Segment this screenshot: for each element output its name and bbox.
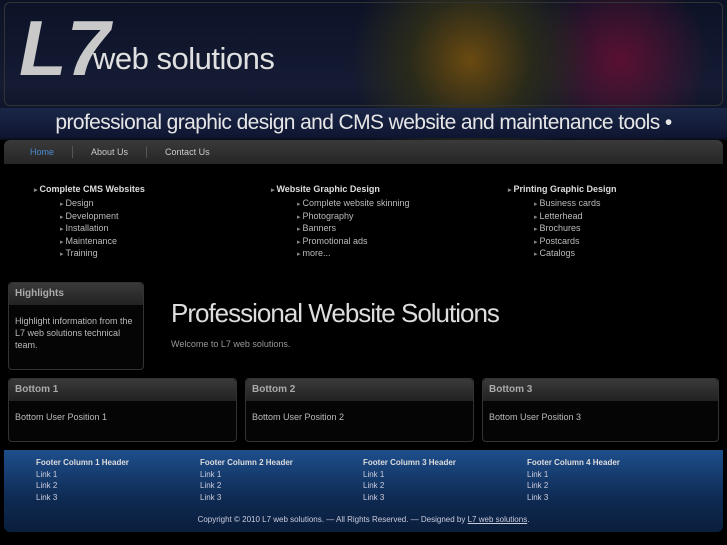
footer-column-header: Footer Column 4 Header xyxy=(527,458,620,467)
header-banner: L7 web solutions professional graphic de… xyxy=(0,0,727,164)
nav-divider xyxy=(146,146,148,158)
copyright: Copyright © 2010 L7 web solutions. — All… xyxy=(197,515,530,524)
footer-column-header: Footer Column 1 Header xyxy=(36,458,129,467)
module-title: Bottom 3 xyxy=(483,379,718,401)
logo-text[interactable]: web solutions xyxy=(93,41,275,77)
menu-title[interactable]: Complete CMS Websites xyxy=(34,184,144,194)
menu-item[interactable]: Promotional ads xyxy=(297,236,410,249)
module-text: Bottom User Position 3 xyxy=(489,412,582,422)
footer: Footer Column 1 Header Link 1 Link 2 Lin… xyxy=(4,450,723,532)
menu-item[interactable]: Maintenance xyxy=(60,236,145,249)
footer-link[interactable]: Link 2 xyxy=(200,480,293,492)
page-title: Professional Website Solutions xyxy=(171,298,500,328)
module-text: Bottom User Position 2 xyxy=(252,412,345,422)
nav-contact-us[interactable]: Contact Us xyxy=(165,147,228,157)
bottom-module-3: Bottom 3 Bottom User Position 3 xyxy=(482,378,719,442)
bottom-module-2: Bottom 2 Bottom User Position 2 xyxy=(245,378,474,442)
menu-item[interactable]: Photography xyxy=(297,211,410,224)
copyright-text: Copyright © 2010 L7 web solutions. — All… xyxy=(197,515,466,524)
footer-link[interactable]: Link 2 xyxy=(36,480,129,492)
menu-item[interactable]: Installation xyxy=(60,223,145,236)
menu-graphic-design: Website Graphic Design Complete website … xyxy=(271,184,410,261)
menu-item[interactable]: Catalogs xyxy=(534,248,616,261)
main-nav: Home About Us Contact Us xyxy=(4,140,723,164)
designer-link[interactable]: L7 web solutions xyxy=(468,515,528,524)
menu-printing-design: Printing Graphic Design Business cards L… xyxy=(508,184,616,261)
footer-link[interactable]: Link 1 xyxy=(527,469,620,481)
footer-column-3: Footer Column 3 Header Link 1 Link 2 Lin… xyxy=(363,457,456,503)
menu-title[interactable]: Website Graphic Design xyxy=(271,184,410,194)
footer-link[interactable]: Link 2 xyxy=(363,480,456,492)
module-text: Highlight information from the L7 web so… xyxy=(15,316,133,350)
menu-item[interactable]: Banners xyxy=(297,223,410,236)
footer-column-4: Footer Column 4 Header Link 1 Link 2 Lin… xyxy=(527,457,620,503)
module-title: Highlights xyxy=(9,283,143,305)
menu-item[interactable]: Brochures xyxy=(534,223,616,236)
menu-cms-websites: Complete CMS Websites Design Development… xyxy=(34,184,145,261)
module-title: Bottom 2 xyxy=(246,379,473,401)
menu-item[interactable]: Training xyxy=(60,248,145,261)
page-subtitle: Welcome to L7 web solutions. xyxy=(171,339,291,349)
footer-link[interactable]: Link 1 xyxy=(36,469,129,481)
tagline: professional graphic design and CMS webs… xyxy=(0,108,727,164)
footer-column-1: Footer Column 1 Header Link 1 Link 2 Lin… xyxy=(36,457,129,503)
highlights-module: Highlights Highlight information from th… xyxy=(8,282,144,370)
module-title: Bottom 1 xyxy=(9,379,236,401)
nav-home[interactable]: Home xyxy=(30,147,72,157)
menu-title[interactable]: Printing Graphic Design xyxy=(508,184,616,194)
menu-item[interactable]: Design xyxy=(60,198,145,211)
menu-item[interactable]: more... xyxy=(297,248,410,261)
footer-link[interactable]: Link 1 xyxy=(200,469,293,481)
footer-link[interactable]: Link 3 xyxy=(527,492,620,504)
footer-column-header: Footer Column 3 Header xyxy=(363,458,456,467)
footer-link[interactable]: Link 3 xyxy=(36,492,129,504)
menu-item[interactable]: Postcards xyxy=(534,236,616,249)
module-text: Bottom User Position 1 xyxy=(15,412,108,422)
nav-divider xyxy=(72,146,74,158)
footer-column-header: Footer Column 2 Header xyxy=(200,458,293,467)
menu-item[interactable]: Letterhead xyxy=(534,211,616,224)
bottom-module-1: Bottom 1 Bottom User Position 1 xyxy=(8,378,237,442)
menu-item[interactable]: Business cards xyxy=(534,198,616,211)
footer-link[interactable]: Link 3 xyxy=(363,492,456,504)
menu-item[interactable]: Complete website skinning xyxy=(297,198,409,211)
footer-link[interactable]: Link 2 xyxy=(527,480,620,492)
footer-link[interactable]: Link 1 xyxy=(363,469,456,481)
footer-link[interactable]: Link 3 xyxy=(200,492,293,504)
nav-about-us[interactable]: About Us xyxy=(91,147,146,157)
logo-area: L7 web solutions xyxy=(4,2,723,106)
footer-column-2: Footer Column 2 Header Link 1 Link 2 Lin… xyxy=(200,457,293,503)
menu-item[interactable]: Development xyxy=(60,211,145,224)
